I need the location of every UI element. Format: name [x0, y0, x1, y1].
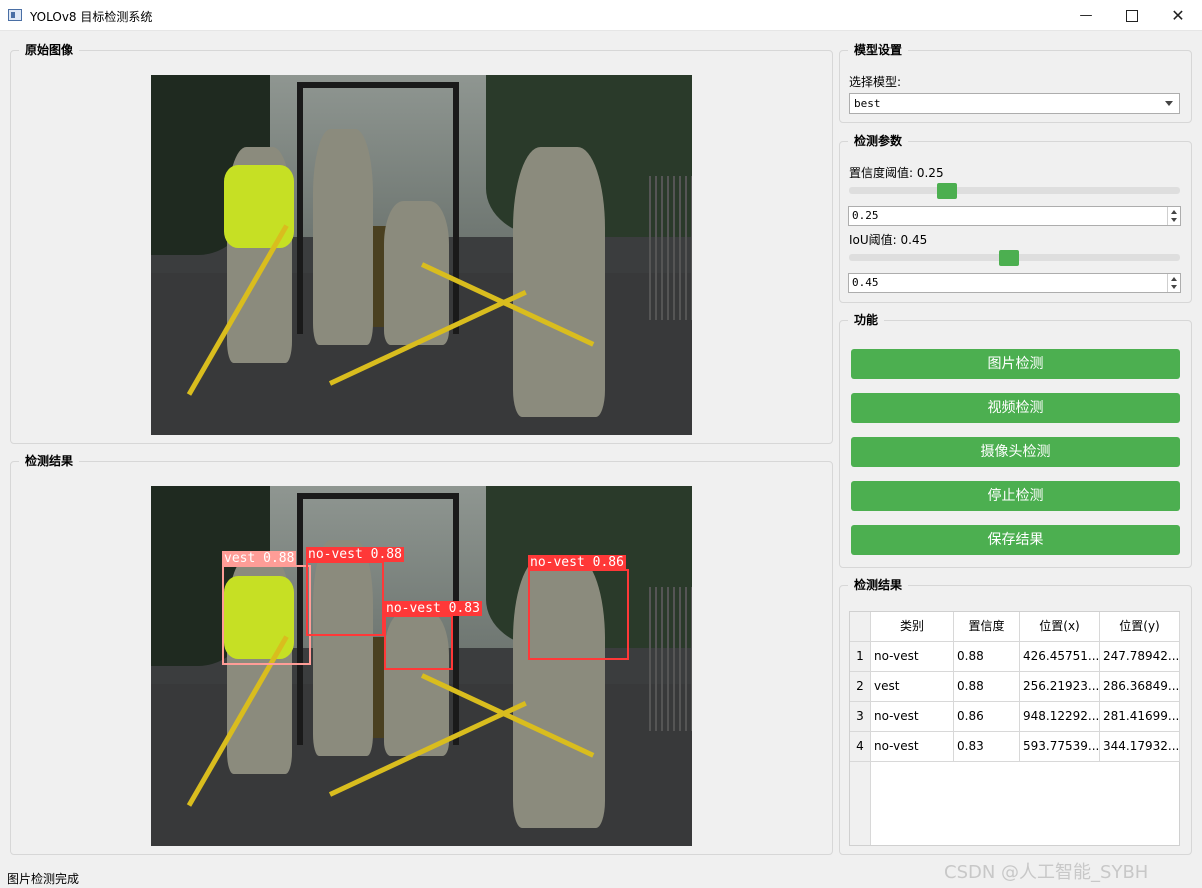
original-image-title: 原始图像: [19, 42, 80, 58]
table-cell[interactable]: 0.83: [954, 732, 1020, 762]
confidence-slider[interactable]: [849, 187, 1180, 194]
confidence-label: 置信度阈值: 0.25: [849, 166, 944, 180]
table-cell[interactable]: 0.88: [954, 672, 1020, 702]
image-detect-button[interactable]: 图片检测: [851, 349, 1180, 379]
iou-label: IoU阈值: 0.45: [849, 233, 928, 247]
row-header[interactable]: 4: [850, 732, 871, 762]
iou-spin-buttons[interactable]: [1167, 274, 1180, 292]
table-cell[interactable]: vest: [871, 672, 954, 702]
detection-box: no-vest 0.88: [306, 547, 404, 636]
iou-slider-handle[interactable]: [998, 250, 1019, 266]
table-cell[interactable]: 593.77539...: [1020, 732, 1100, 762]
table-cell[interactable]: 0.88: [954, 642, 1020, 672]
app-icon: [8, 9, 22, 21]
video-detect-button[interactable]: 视频检测: [851, 393, 1180, 423]
title-bar: YOLOv8 目标检测系统 — ✕: [0, 0, 1202, 31]
detection-box: no-vest 0.83: [384, 601, 482, 670]
chevron-down-icon[interactable]: [1171, 218, 1177, 222]
confidence-spinbox-value: 0.25: [852, 209, 879, 222]
chevron-down-icon: [1165, 101, 1173, 106]
detection-box: vest 0.88: [222, 551, 311, 665]
table-cell[interactable]: 256.21923...: [1020, 672, 1100, 702]
detection-label: no-vest 0.88: [306, 547, 404, 562]
camera-detect-button[interactable]: 摄像头检测: [851, 437, 1180, 467]
table-cell[interactable]: no-vest: [871, 732, 954, 762]
detection-label: no-vest 0.86: [528, 555, 626, 570]
table-cell[interactable]: 0.86: [954, 702, 1020, 732]
detection-label: vest 0.88: [222, 551, 297, 566]
column-header-x[interactable]: 位置(x): [1020, 612, 1100, 642]
iou-spinbox[interactable]: 0.45: [848, 273, 1181, 293]
column-header-confidence[interactable]: 置信度: [954, 612, 1020, 642]
table-cell[interactable]: 426.45751...: [1020, 642, 1100, 672]
functions-title: 功能: [848, 312, 885, 328]
close-icon: ✕: [1171, 6, 1185, 25]
confidence-spinbox[interactable]: 0.25: [848, 206, 1181, 226]
detect-params-title: 检测参数: [848, 133, 909, 149]
row-header[interactable]: 2: [850, 672, 871, 702]
table-cell[interactable]: 247.78942...: [1100, 642, 1180, 672]
stop-detect-button[interactable]: 停止检测: [851, 481, 1180, 511]
table-cell[interactable]: no-vest: [871, 702, 954, 732]
row-header[interactable]: 3: [850, 702, 871, 732]
original-image: [151, 75, 692, 435]
table-corner[interactable]: [850, 612, 871, 642]
window-title: YOLOv8 目标检测系统: [30, 10, 153, 24]
maximize-button[interactable]: [1109, 0, 1155, 31]
table-cell[interactable]: 281.41699...: [1100, 702, 1180, 732]
table-cell[interactable]: 286.36849...: [1100, 672, 1180, 702]
iou-spinbox-value: 0.45: [852, 276, 879, 289]
watermark: CSDN @人工智能_SYBH: [944, 862, 1149, 883]
column-header-y[interactable]: 位置(y): [1100, 612, 1180, 642]
chevron-down-icon[interactable]: [1171, 285, 1177, 289]
result-table-title: 检测结果: [848, 577, 909, 593]
row-header-gutter: [850, 762, 871, 845]
table-cell[interactable]: no-vest: [871, 642, 954, 672]
close-button[interactable]: ✕: [1155, 0, 1201, 31]
detection-label: no-vest 0.83: [384, 601, 482, 616]
chevron-up-icon[interactable]: [1171, 277, 1177, 281]
save-result-button[interactable]: 保存结果: [851, 525, 1180, 555]
result-image-title: 检测结果: [19, 453, 80, 469]
model-select[interactable]: best: [849, 93, 1180, 114]
chevron-up-icon[interactable]: [1171, 210, 1177, 214]
row-header[interactable]: 1: [850, 642, 871, 672]
model-select-value: best: [854, 97, 881, 110]
minimize-icon: —: [1079, 8, 1093, 23]
result-table: 类别 置信度 位置(x) 位置(y) 1 no-vest 0.88 426.45…: [849, 611, 1180, 846]
status-bar: 图片检测完成: [7, 872, 80, 886]
model-select-label: 选择模型:: [849, 75, 902, 89]
confidence-spin-buttons[interactable]: [1167, 207, 1180, 225]
model-settings-title: 模型设置: [848, 42, 909, 58]
confidence-slider-handle[interactable]: [936, 183, 957, 199]
table-cell[interactable]: 344.17932...: [1100, 732, 1180, 762]
minimize-button[interactable]: —: [1063, 0, 1109, 31]
detection-box: no-vest 0.86: [528, 555, 629, 660]
result-image: vest 0.88 no-vest 0.88 no-vest 0.83 no-v…: [151, 486, 692, 846]
table-cell[interactable]: 948.12292...: [1020, 702, 1100, 732]
maximize-icon: [1126, 9, 1138, 22]
column-header-class[interactable]: 类别: [871, 612, 954, 642]
